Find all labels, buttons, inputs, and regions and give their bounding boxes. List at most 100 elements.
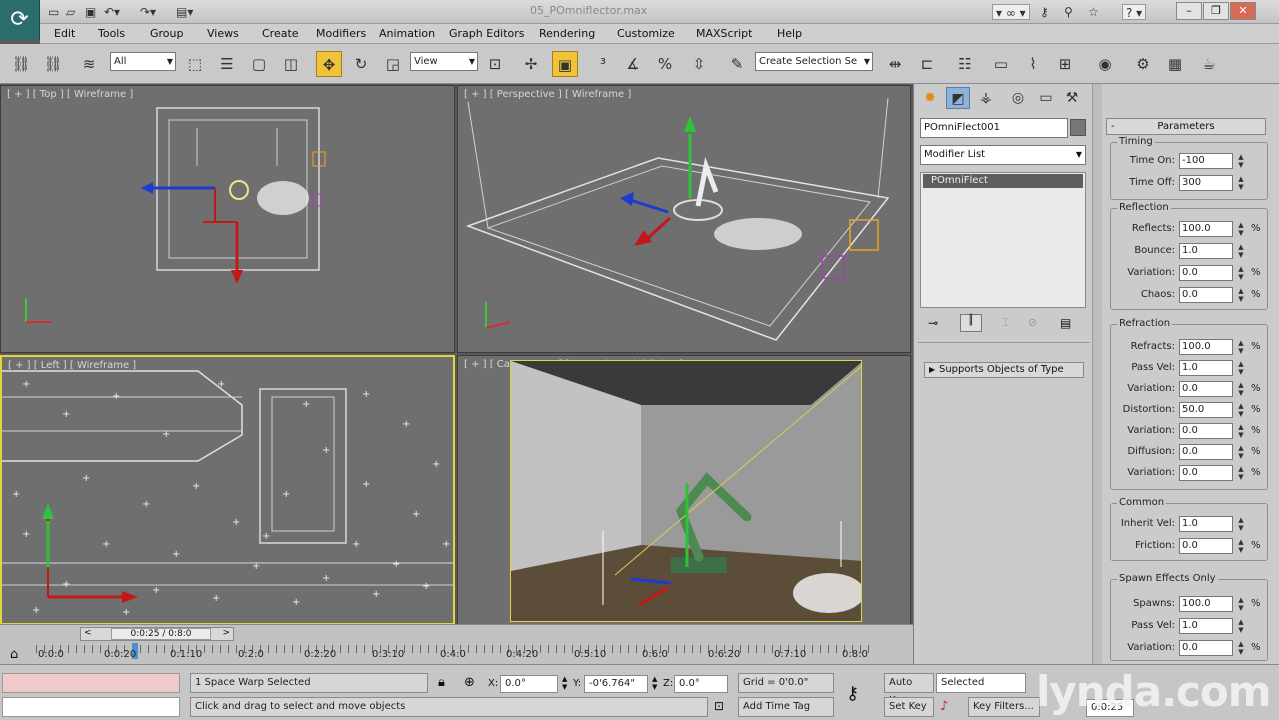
key-mode-dropdown[interactable]: Selected xyxy=(936,673,1026,693)
add-time-tag-button[interactable]: Add Time Tag xyxy=(738,697,834,717)
spinner-icon[interactable]: ▲ ▼ xyxy=(1236,381,1246,397)
select-and-rotate-icon[interactable]: ↻ xyxy=(348,51,374,77)
render-production-icon[interactable]: ☕ xyxy=(1196,51,1222,77)
menu-edit[interactable]: Edit xyxy=(54,27,75,40)
spinner-icon[interactable]: ▲ ▼ xyxy=(1236,221,1246,237)
motion-tab-icon[interactable]: ◎ xyxy=(1006,87,1030,109)
application-menu-icon[interactable]: ⟳ xyxy=(0,0,40,40)
z-coordinate-field[interactable]: 0.0° xyxy=(674,675,728,693)
modify-tab-icon[interactable]: ◩ xyxy=(946,87,970,109)
parameters-rollout-header[interactable]: - Parameters xyxy=(1106,118,1266,135)
spinner-icon[interactable]: ▲ ▼ xyxy=(1236,596,1246,612)
show-end-result-icon[interactable]: ║ xyxy=(960,314,982,332)
rectangular-selection-icon[interactable]: ▢ xyxy=(246,51,272,77)
select-object-icon[interactable]: ⬚ xyxy=(182,51,208,77)
variation-field[interactable]: 0.0 xyxy=(1179,423,1233,439)
search-binoculars-icon[interactable]: ▾ ∞ ▾ xyxy=(992,4,1030,20)
new-file-icon[interactable]: ▭ xyxy=(48,4,59,20)
spinner-icon[interactable]: ▲ ▼ xyxy=(1236,538,1246,554)
communication-center-icon[interactable]: ⚲ xyxy=(1064,4,1073,20)
time-slider-label[interactable]: 0:0:25 / 0:8:0 xyxy=(111,628,211,640)
object-name-field[interactable]: POmniFlect001 xyxy=(920,118,1068,138)
variation-field[interactable]: 0.0 xyxy=(1179,381,1233,397)
select-and-move-icon[interactable]: ✥ xyxy=(316,51,342,77)
remove-modifier-icon[interactable]: ⊘ xyxy=(1028,316,1037,329)
curve-editor-icon[interactable]: ⌇ xyxy=(1020,51,1046,77)
select-by-name-icon[interactable]: ☰ xyxy=(214,51,240,77)
keyboard-shortcut-override-icon[interactable]: ▣ xyxy=(552,51,578,77)
diffusion-field[interactable]: 0.0 xyxy=(1179,444,1233,460)
time-on-field[interactable]: -100 xyxy=(1179,153,1233,169)
auto-key-button[interactable]: Auto Key xyxy=(884,673,934,706)
menu-tools[interactable]: Tools xyxy=(98,27,125,40)
selection-lock-icon[interactable]: 🔒︎ xyxy=(438,675,445,690)
menu-help[interactable]: Help xyxy=(777,27,802,40)
chaos-field[interactable]: 0.0 xyxy=(1179,287,1233,303)
project-folder-icon[interactable]: ▤▾ xyxy=(176,4,193,20)
spinner-icon[interactable]: ▲ ▼ xyxy=(1236,339,1246,355)
viewport-left[interactable]: [ + ] [ Left ] [ Wireframe ] + + + + + + + + + +… xyxy=(0,355,455,625)
configure-modifier-sets-icon[interactable]: ▤ xyxy=(1060,316,1071,330)
spinner-icon[interactable]: ▲ ▼ xyxy=(1236,175,1246,191)
spinner-icon[interactable]: ▲ ▼ xyxy=(1236,360,1246,376)
render-setup-icon[interactable]: ⚙ xyxy=(1130,51,1156,77)
redo-icon[interactable]: ↷▾ xyxy=(140,4,156,20)
create-tab-icon[interactable]: ✹ xyxy=(918,87,942,109)
menu-views[interactable]: Views xyxy=(207,27,239,40)
utilities-tab-icon[interactable]: ⚒ xyxy=(1060,87,1084,109)
viewport-camera[interactable]: [ + ] [ Camera001 ] [ Smooth + Highlight… xyxy=(457,355,911,625)
spinner-snap-icon[interactable]: ⇳ xyxy=(686,51,712,77)
reflects-field[interactable]: 100.0 xyxy=(1179,221,1233,237)
spinner-icon[interactable]: ▲ ▼ xyxy=(1236,265,1246,281)
variation-field[interactable]: 0.0 xyxy=(1179,640,1233,656)
unlink-icon[interactable]: ⛓ xyxy=(40,51,66,77)
spinner-icon[interactable]: ▲ ▼ xyxy=(1236,243,1246,259)
key-filters-button[interactable]: Key Filters... xyxy=(968,697,1040,717)
spinner-icon[interactable]: ▲ ▼ xyxy=(1236,618,1246,634)
angle-snap-icon[interactable]: ∡ xyxy=(620,51,646,77)
time-slider[interactable]: < 0:0:25 / 0:8:0 > xyxy=(80,627,234,641)
layer-manager-icon[interactable]: ☷ xyxy=(952,51,978,77)
modifier-stack-item[interactable]: POmniFlect xyxy=(923,174,1083,188)
selection-filter-dropdown[interactable]: All ▼ xyxy=(110,52,176,71)
key-icon[interactable]: ⚷ xyxy=(1040,4,1049,20)
link-icon[interactable]: ⛓ xyxy=(8,51,34,77)
edit-named-selection-icon[interactable]: ✎ xyxy=(724,51,750,77)
mini-curve-editor-icon[interactable]: ⌂ xyxy=(10,647,18,662)
y-coordinate-field[interactable]: -0'6.764" xyxy=(584,675,648,693)
variation-field[interactable]: 0.0 xyxy=(1179,265,1233,281)
default-in-out-tangents-icon[interactable]: ♪ xyxy=(940,699,948,714)
menu-create[interactable]: Create xyxy=(262,27,299,40)
window-crossing-icon[interactable]: ◫ xyxy=(278,51,304,77)
variation-field[interactable]: 0.0 xyxy=(1179,465,1233,481)
spinner-icon[interactable]: ▲ ▼ xyxy=(1236,465,1246,481)
pass-vel-field[interactable]: 1.0 xyxy=(1179,360,1233,376)
absolute-mode-icon[interactable]: ⊕ xyxy=(464,675,475,690)
menu-graph-editors[interactable]: Graph Editors xyxy=(449,27,525,40)
spinner-icon[interactable]: ▲ ▼ xyxy=(1236,640,1246,656)
maxscript-listener[interactable] xyxy=(2,673,180,693)
restore-button[interactable]: ❐ xyxy=(1203,2,1229,20)
object-color-swatch[interactable] xyxy=(1070,119,1086,136)
hierarchy-tab-icon[interactable]: ⚶ xyxy=(974,87,998,109)
x-coordinate-field[interactable]: 0.0° xyxy=(500,675,558,693)
viewport-top[interactable]: [ + ] [ Top ] [ Wireframe ] xyxy=(0,85,455,353)
spinner-icon[interactable]: ▲ ▼ xyxy=(1236,444,1246,460)
viewport-perspective[interactable]: [ + ] [ Perspective ] [ Wireframe ] xyxy=(457,85,911,353)
bind-space-warp-icon[interactable]: ≋ xyxy=(76,51,102,77)
panel-splitter[interactable] xyxy=(1092,84,1102,664)
pin-stack-icon[interactable]: ⊸ xyxy=(928,316,938,330)
time-tag-icon[interactable]: ⊡ xyxy=(714,699,724,713)
spinner-icon[interactable]: ▲ ▼ xyxy=(1236,402,1246,418)
menu-modifiers[interactable]: Modifiers xyxy=(316,27,366,40)
spinner-icon[interactable]: ▲ ▼ xyxy=(1236,516,1246,532)
friction-field[interactable]: 0.0 xyxy=(1179,538,1233,554)
select-and-manipulate-icon[interactable]: ✢ xyxy=(518,51,544,77)
schematic-view-icon[interactable]: ⊞ xyxy=(1052,51,1078,77)
help-icon[interactable]: ? ▾ xyxy=(1122,4,1147,20)
menu-group[interactable]: Group xyxy=(150,27,184,40)
display-tab-icon[interactable]: ▭ xyxy=(1034,87,1058,109)
set-key-key-icon[interactable]: ⚷ xyxy=(846,683,859,704)
align-icon[interactable]: ⊏ xyxy=(914,51,940,77)
refracts-field[interactable]: 100.0 xyxy=(1179,339,1233,355)
